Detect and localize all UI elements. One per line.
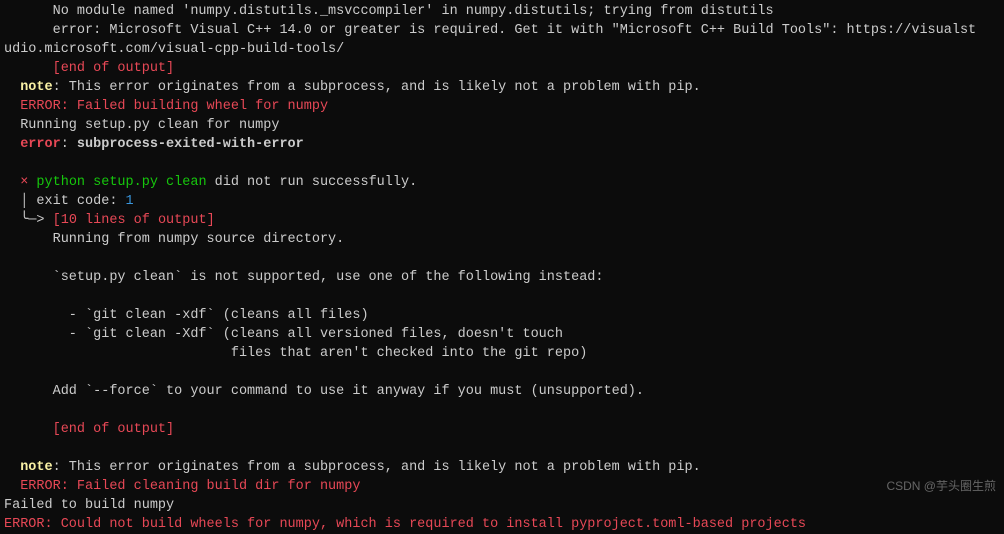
error-line: ERROR: Failed cleaning build dir for num… — [0, 477, 1004, 496]
blank-line — [0, 154, 1004, 173]
end-of-output-marker: [end of output] — [0, 420, 1004, 439]
output-line: - `git clean -Xdf` (cleans all versioned… — [0, 325, 1004, 344]
note-text: : This error originates from a subproces… — [53, 80, 701, 95]
output-line: files that aren't checked into the git r… — [0, 344, 1004, 363]
blank-line — [0, 249, 1004, 268]
blank-line — [0, 401, 1004, 420]
output-header-line: ╰─> [10 lines of output] — [0, 211, 1004, 230]
note-line: note: This error originates from a subpr… — [0, 78, 1004, 97]
exit-code-value: 1 — [126, 194, 134, 209]
blank-line — [0, 287, 1004, 306]
output-line: Failed to build numpy — [0, 496, 1004, 515]
exit-code-label: exit code: — [36, 194, 125, 209]
blank-line — [0, 439, 1004, 458]
output-line: udio.microsoft.com/visual-cpp-build-tool… — [0, 40, 1004, 59]
exit-code-line: │ exit code: 1 — [0, 192, 1004, 211]
terminal-output: No module named 'numpy.distutils._msvcco… — [0, 2, 1004, 534]
colon: : — [61, 137, 77, 152]
output-line: - `git clean -xdf` (cleans all files) — [0, 306, 1004, 325]
output-line: No module named 'numpy.distutils._msvcco… — [0, 2, 1004, 21]
note-label: note — [4, 80, 53, 95]
fail-text: did not run successfully. — [207, 175, 418, 190]
note-label: note — [4, 460, 53, 475]
note-line: note: This error originates from a subpr… — [0, 458, 1004, 477]
error-line: ERROR: Could not build wheels for numpy,… — [0, 515, 1004, 534]
output-line: `setup.py clean` is not supported, use o… — [0, 268, 1004, 287]
output-count: [10 lines of output] — [53, 213, 215, 228]
output-line: Add `--force` to your command to use it … — [0, 382, 1004, 401]
end-of-output-marker: [end of output] — [0, 59, 1004, 78]
blank-line — [0, 363, 1004, 382]
error-line: error: subprocess-exited-with-error — [0, 135, 1004, 154]
csdn-watermark: CSDN @芋头圈生煎 — [886, 477, 996, 496]
subprocess-fail-line: × python setup.py clean did not run succ… — [0, 173, 1004, 192]
output-line: Running from numpy source directory. — [0, 230, 1004, 249]
error-label: error — [4, 137, 61, 152]
tree-pipe: │ — [4, 194, 36, 209]
output-line: Running setup.py clean for numpy — [0, 116, 1004, 135]
note-text: : This error originates from a subproces… — [53, 460, 701, 475]
output-line: error: Microsoft Visual C++ 14.0 or grea… — [0, 21, 1004, 40]
command-text: python setup.py clean — [28, 175, 206, 190]
tree-corner: ╰─> — [4, 213, 53, 228]
error-line: ERROR: Failed building wheel for numpy — [0, 97, 1004, 116]
error-code: subprocess-exited-with-error — [77, 137, 304, 152]
